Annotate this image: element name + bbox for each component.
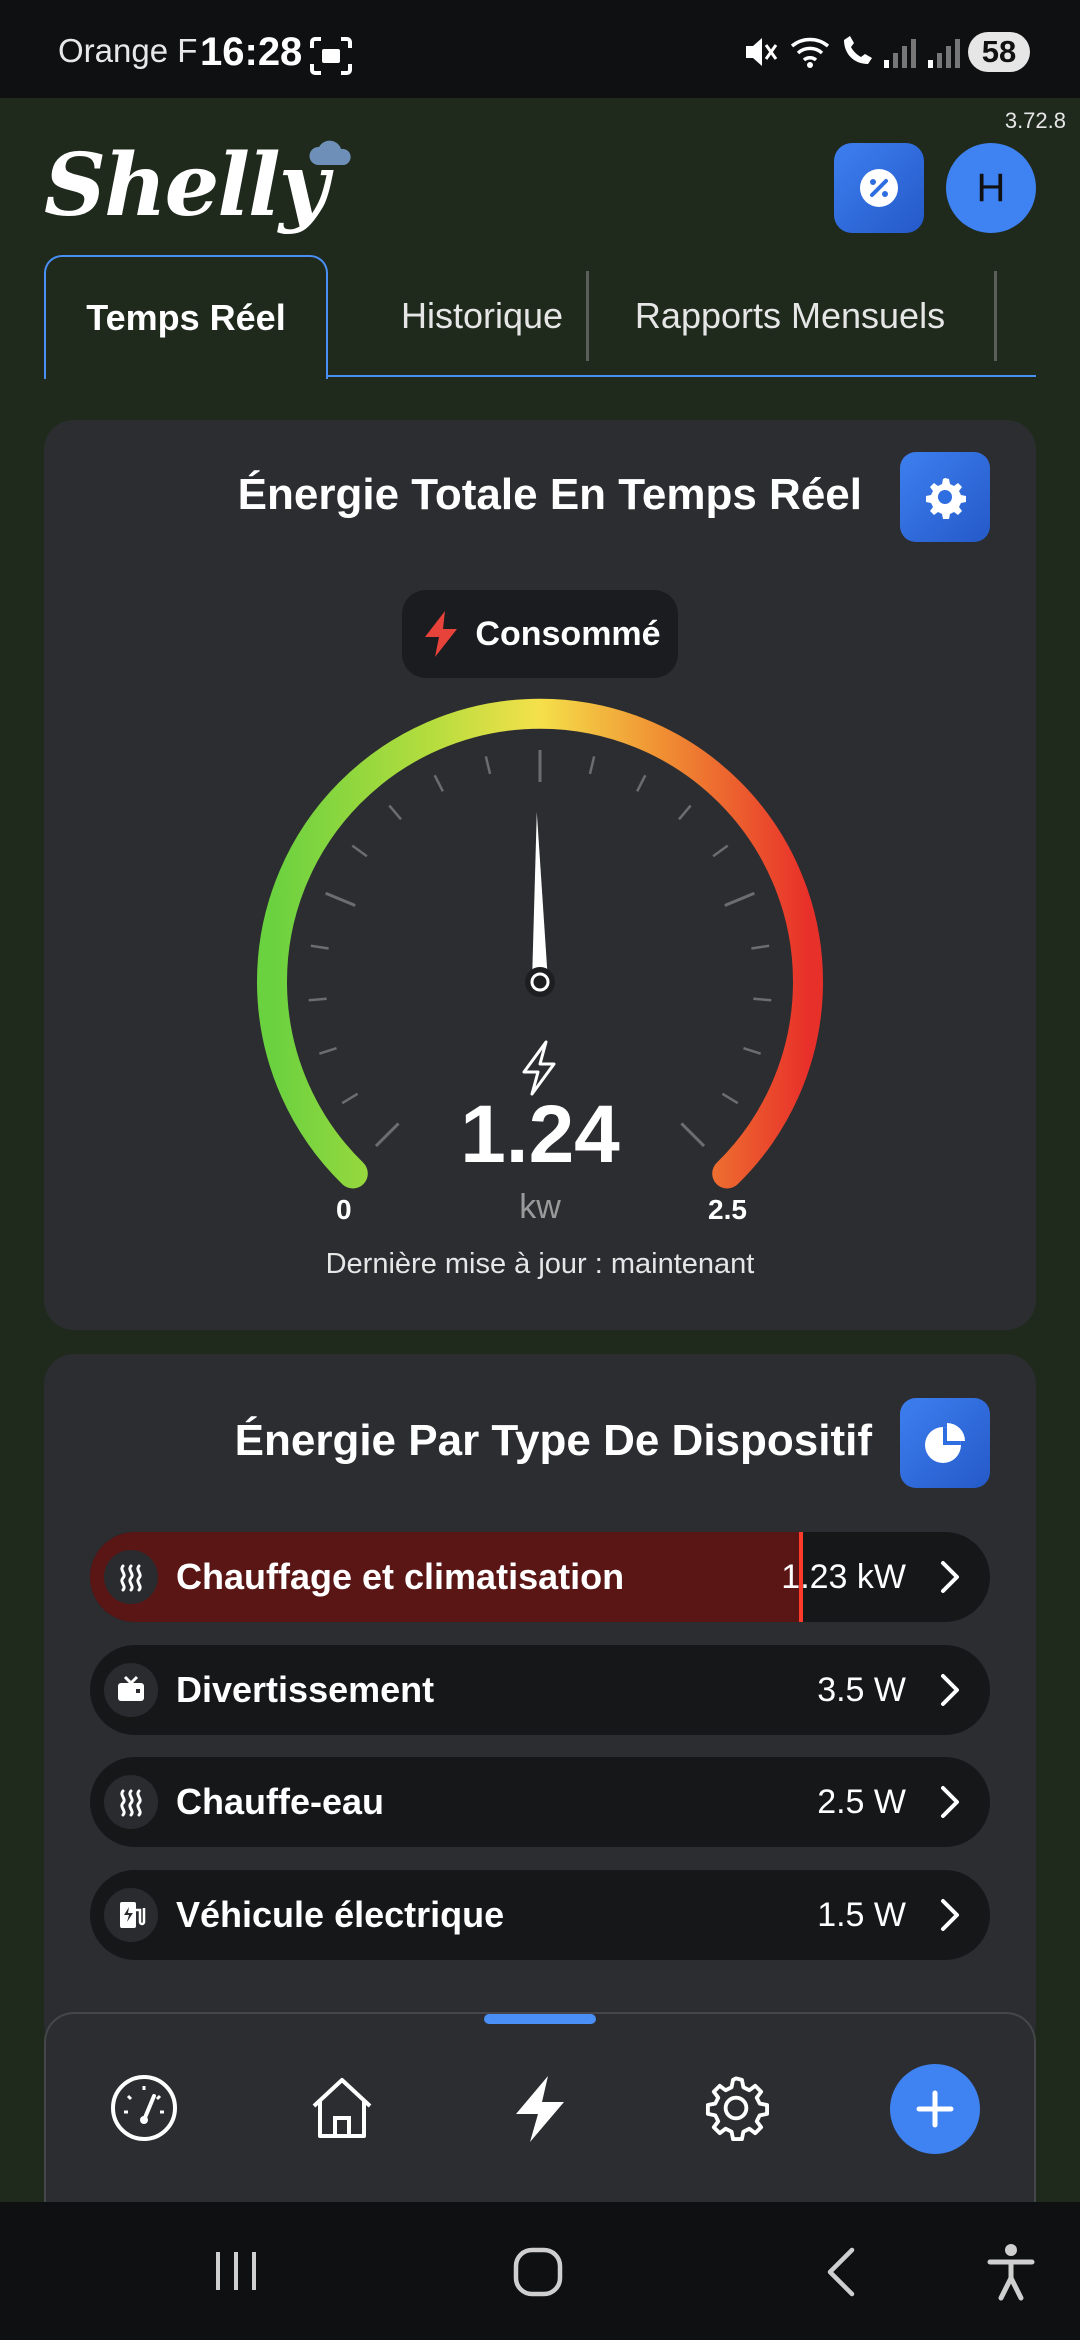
chevron-right-icon: [941, 1674, 959, 1706]
gauge-unit: kw: [519, 1188, 561, 1226]
gauge-needle: [532, 812, 548, 983]
device-value: 2.5 W: [817, 1783, 906, 1821]
signal-icon-1: [884, 39, 916, 68]
gauge-tick: [678, 804, 692, 821]
wifi-icon: [790, 37, 830, 68]
gauge-tick: [325, 891, 356, 907]
gauge-tick: [753, 997, 772, 1002]
battery-level: 58: [968, 32, 1030, 72]
gauge-tick: [484, 756, 492, 775]
gauge-tick: [351, 844, 368, 858]
bolt-icon: [425, 611, 458, 657]
gauge-tick: [751, 944, 770, 950]
mute-icon: [746, 38, 778, 66]
signal-icon-2: [928, 39, 960, 68]
user-avatar[interactable]: H: [946, 143, 1036, 233]
recent-apps-icon[interactable]: [212, 2248, 260, 2294]
device-label: Véhicule électrique: [176, 1894, 505, 1935]
plus-icon: [916, 2090, 954, 2128]
nav-handle[interactable]: [484, 2014, 596, 2024]
device-row-heating[interactable]: Chauffage et climatisation 1.23 kW: [90, 1532, 990, 1622]
device-value: 1.5 W: [817, 1896, 906, 1934]
bolt-icon: [516, 2076, 564, 2142]
gauge-tick: [724, 891, 755, 907]
gauge-value: 1.24: [460, 1089, 620, 1180]
app-version: 3.72.8: [1004, 108, 1066, 133]
home-icon: [312, 2078, 372, 2138]
gear-icon: [926, 478, 966, 519]
add-button[interactable]: [890, 2064, 980, 2154]
tab-separator: [994, 271, 997, 361]
wifi-call-icon: [844, 36, 872, 64]
gauge-settings-button[interactable]: [900, 452, 990, 542]
speedometer-icon: [111, 2075, 177, 2141]
gauge-tick: [712, 844, 729, 858]
gauge-tick: [308, 997, 327, 1002]
accessibility-icon[interactable]: [984, 2242, 1038, 2302]
nav-dashboard[interactable]: [104, 2068, 184, 2148]
gear-icon: [705, 2076, 770, 2142]
status-bar: Orange F 16:28 58: [0, 0, 1080, 98]
device-label: Chauffe-eau: [176, 1781, 385, 1822]
gauge-bolt-icon: [522, 1040, 556, 1096]
last-update-text: Dernière mise à jour : maintenant: [325, 1248, 755, 1280]
gauge-tick: [310, 944, 329, 950]
tab-separator: [586, 271, 589, 361]
clock: 16:28: [200, 30, 303, 74]
gauge-tick: [433, 774, 444, 792]
chevron-right-icon: [941, 1561, 959, 1593]
pie-chart-icon: [925, 1423, 965, 1463]
device-value: 1.23 kW: [781, 1558, 906, 1596]
gauge-max-label: 2.5: [708, 1194, 747, 1225]
promo-button[interactable]: [834, 143, 924, 233]
cloud-icon: [309, 140, 351, 165]
nav-home[interactable]: [302, 2068, 382, 2148]
nav-energy[interactable]: [500, 2068, 580, 2148]
screenshot-icon: [310, 37, 352, 75]
heat-icon: [104, 1550, 158, 1604]
gauge-tick: [743, 1046, 762, 1055]
device-card-title: Énergie Par Type De Dispositif: [234, 1416, 872, 1465]
realtime-card-title: Énergie Totale En Temps Réel: [237, 470, 862, 519]
gauge-tick: [318, 1046, 337, 1055]
gauge-min-label: 0: [336, 1194, 352, 1225]
heat-icon: [104, 1775, 158, 1829]
device-label: Divertissement: [176, 1669, 435, 1710]
consumption-mode-pill[interactable]: Consommé: [402, 590, 678, 678]
gauge-tick: [388, 804, 402, 821]
device-label: Chauffage et climatisation: [176, 1556, 625, 1597]
device-chart-button[interactable]: [900, 1398, 990, 1488]
carrier-label: Orange F: [58, 32, 198, 69]
system-navigation-bar: [0, 2202, 1080, 2340]
shelly-logo: Shelly: [44, 135, 351, 236]
device-row-ev[interactable]: Véhicule électrique 1.5 W: [90, 1870, 990, 1960]
discount-badge-icon: [860, 169, 898, 207]
ev-charger-icon: [104, 1888, 158, 1942]
nav-settings[interactable]: [696, 2068, 776, 2148]
device-value: 3.5 W: [817, 1671, 906, 1709]
tv-icon: [104, 1663, 158, 1717]
gauge-tick: [588, 756, 596, 775]
chevron-right-icon: [941, 1899, 959, 1931]
device-row-entertainment[interactable]: Divertissement 3.5 W: [90, 1645, 990, 1735]
tab-bar: Temps Réel Historique Rapports Mensuels: [44, 255, 1036, 379]
tab-temps-reel[interactable]: Temps Réel: [44, 255, 328, 379]
gauge-tick: [636, 774, 647, 792]
needle-hub: [525, 967, 555, 997]
chevron-right-icon: [941, 1786, 959, 1818]
back-icon[interactable]: [822, 2246, 860, 2298]
device-row-water-heater[interactable]: Chauffe-eau 2.5 W: [90, 1757, 990, 1847]
tab-rapports-mensuels[interactable]: Rapports Mensuels: [590, 255, 990, 377]
home-button-icon[interactable]: [512, 2246, 564, 2298]
